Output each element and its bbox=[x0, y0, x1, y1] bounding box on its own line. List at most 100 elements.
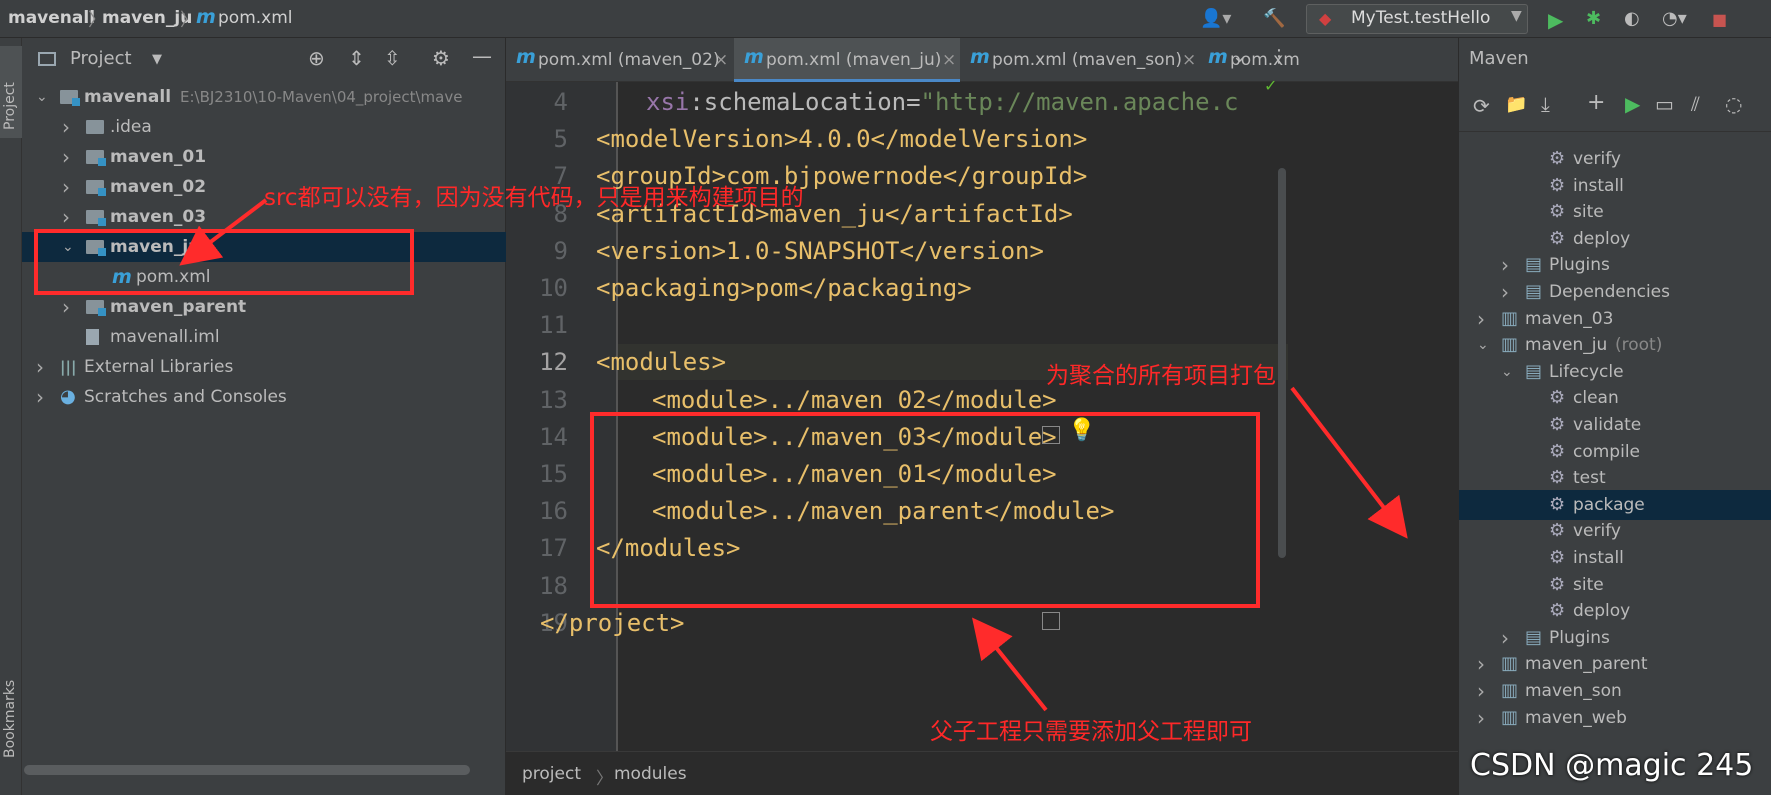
maven-tree-item[interactable]: ⚙ compile bbox=[1459, 437, 1771, 467]
debug-icon[interactable]: ✱ bbox=[1586, 8, 1601, 29]
maven-tree-item[interactable]: ⚙ install bbox=[1459, 543, 1771, 573]
chevron-right-icon[interactable]: › bbox=[62, 112, 70, 142]
close-icon[interactable]: × bbox=[942, 38, 956, 82]
maven-tree-item[interactable]: ⚙ verify bbox=[1459, 516, 1771, 546]
breadcrumb-pom-xml[interactable]: pom.xml bbox=[218, 8, 293, 28]
close-icon[interactable]: × bbox=[714, 38, 728, 82]
run-icon[interactable]: ▶ bbox=[1548, 8, 1563, 32]
maven-tree-item[interactable]: › ▥ maven_03 bbox=[1459, 304, 1771, 334]
close-icon[interactable]: × bbox=[1182, 38, 1196, 82]
code-line[interactable]: <modelVersion>4.0.0</modelVersion> bbox=[596, 125, 1087, 153]
project-panel-header: Project ▼ ⊕ ⇕ ⇳ ⚙ — bbox=[22, 38, 506, 82]
maven-tree-item[interactable]: ⚙ package bbox=[1459, 489, 1771, 520]
tree-item[interactable]: › .idea bbox=[22, 112, 506, 142]
coverage-icon[interactable]: ◐ bbox=[1624, 8, 1640, 29]
tab-pom-maven-son[interactable]: m pom.xml (maven_son) × bbox=[962, 38, 1198, 82]
maven-tree-item[interactable]: › ▤ Dependencies bbox=[1459, 277, 1771, 307]
tree-item[interactable]: › maven_01 bbox=[22, 142, 506, 172]
chevron-down-icon[interactable]: ⌄ bbox=[36, 82, 48, 112]
code-line[interactable]: <module>../maven_02</module> bbox=[652, 386, 1057, 414]
chevron-down-icon[interactable]: ⌄ bbox=[1477, 330, 1489, 360]
tab-pom-maven-02[interactable]: m pom.xml (maven_02) × bbox=[506, 38, 732, 82]
tree-item[interactable]: › maven_parent bbox=[22, 292, 506, 322]
chevron-right-icon[interactable]: › bbox=[36, 352, 44, 382]
bookmarks-stripe-label[interactable]: Bookmarks bbox=[2, 680, 18, 758]
expand-all-icon[interactable]: ⇕ bbox=[348, 46, 365, 70]
chevron-right-icon[interactable]: › bbox=[62, 142, 70, 172]
minimize-icon[interactable]: — bbox=[472, 44, 492, 68]
chevron-right-icon[interactable]: › bbox=[1501, 250, 1509, 280]
breadcrumb-separator: 〉 bbox=[596, 769, 613, 789]
breadcrumb-mavenall[interactable]: mavenall bbox=[8, 8, 95, 28]
project-stripe-label[interactable]: Project bbox=[2, 82, 18, 130]
chevron-right-icon[interactable]: › bbox=[1501, 623, 1509, 653]
maven-tree-item[interactable]: › ▥ maven_son bbox=[1459, 676, 1771, 706]
maven-tree-item[interactable]: ⚙ validate bbox=[1459, 410, 1771, 440]
chevron-right-icon[interactable]: › bbox=[62, 202, 70, 232]
maven-tree-item[interactable]: › ▥ maven_web bbox=[1459, 703, 1771, 733]
chevron-right-icon[interactable]: › bbox=[62, 292, 70, 322]
maven-tree-item[interactable]: ⚙ deploy bbox=[1459, 596, 1771, 626]
tree-item[interactable]: ⌄ mavenall E:\BJ2310\10-Maven\04_project\m… bbox=[22, 82, 506, 112]
code-line[interactable]: xsi:schemaLocation="http://maven.apache.… bbox=[646, 88, 1238, 116]
run-icon[interactable]: ▶ bbox=[1625, 92, 1640, 116]
maven-tree-item[interactable]: ⚙ test bbox=[1459, 463, 1771, 493]
skip-tests-icon[interactable]: ◌ bbox=[1725, 92, 1742, 116]
breadcrumb-maven-ju[interactable]: maven_ju bbox=[102, 8, 192, 28]
crumb-project[interactable]: project bbox=[522, 764, 581, 784]
fold-marker-icon[interactable] bbox=[1042, 612, 1060, 630]
tree-item[interactable]: › ◕ Scratches and Consoles bbox=[22, 382, 506, 412]
reload-icon[interactable]: ⟳ bbox=[1473, 94, 1490, 118]
chevron-right-icon[interactable]: › bbox=[1477, 304, 1485, 334]
chevron-right-icon[interactable]: › bbox=[1477, 649, 1485, 679]
tab-pom-maven-ju[interactable]: m pom.xml (maven_ju) × bbox=[734, 38, 960, 82]
maven-tree-item[interactable]: › ▥ maven_parent bbox=[1459, 649, 1771, 679]
vertical-scrollbar[interactable] bbox=[1278, 168, 1286, 558]
execute-goal-icon[interactable]: ▭ bbox=[1655, 92, 1674, 116]
download-icon[interactable]: ⤓ bbox=[1541, 92, 1550, 116]
tree-item[interactable]: mavenall.iml bbox=[22, 322, 506, 352]
maven-tree-item[interactable]: ⚙ install bbox=[1459, 171, 1771, 201]
chevron-down-icon[interactable]: ▼ bbox=[152, 52, 162, 67]
maven-tree-item[interactable]: ⚙ clean bbox=[1459, 383, 1771, 413]
stop-icon[interactable]: ■ bbox=[1712, 10, 1727, 29]
chevron-down-icon[interactable]: ⌄ bbox=[1232, 46, 1247, 67]
user-icon[interactable]: 👤▾ bbox=[1200, 8, 1231, 29]
line-number: 11 bbox=[539, 311, 568, 340]
maven-tree-item[interactable]: ⌄ ▤ Lifecycle bbox=[1459, 357, 1771, 387]
maven-tree-item[interactable]: ⚙ site bbox=[1459, 570, 1771, 600]
maven-tree-item[interactable]: ⚙ verify bbox=[1459, 144, 1771, 174]
build-hammer-icon[interactable]: 🔨 bbox=[1263, 8, 1285, 29]
maven-tree-item[interactable]: › ▤ Plugins bbox=[1459, 250, 1771, 280]
code-line[interactable]: <packaging>pom</packaging> bbox=[596, 274, 972, 302]
add-icon[interactable]: + bbox=[1587, 90, 1605, 115]
run-config-select[interactable]: ◆ MyTest.testHello ▼ bbox=[1306, 4, 1528, 34]
project-panel-title[interactable]: Project bbox=[70, 48, 132, 69]
crumb-modules[interactable]: modules bbox=[614, 764, 687, 784]
locate-icon[interactable]: ⊕ bbox=[308, 46, 325, 70]
maven-tree-item[interactable]: › ▤ Plugins bbox=[1459, 623, 1771, 653]
folder-reload-icon[interactable]: 📁 bbox=[1505, 94, 1527, 115]
maven-tree-item[interactable]: ⚙ site bbox=[1459, 197, 1771, 227]
gear-icon[interactable]: ⚙ bbox=[432, 46, 450, 70]
folder-gear-icon: ▤ bbox=[1525, 360, 1543, 382]
maven-tree-item[interactable]: ⚙ deploy bbox=[1459, 224, 1771, 254]
chevron-right-icon[interactable]: › bbox=[1501, 277, 1509, 307]
horizontal-scrollbar[interactable] bbox=[24, 765, 470, 775]
profile-icon[interactable]: ◔▾ bbox=[1662, 8, 1687, 29]
toggle-offline-icon[interactable]: ⫽ bbox=[1691, 92, 1700, 116]
chevron-right-icon[interactable]: › bbox=[36, 382, 44, 412]
maven-tree-item[interactable]: ⌄ ▥ maven_ju (root) bbox=[1459, 330, 1771, 360]
gear-icon: ⚙ bbox=[1549, 520, 1566, 542]
more-options-icon[interactable]: ⋮ bbox=[1270, 46, 1288, 67]
chevron-right-icon[interactable]: › bbox=[1477, 703, 1485, 733]
chevron-down-icon[interactable]: ⌄ bbox=[1501, 357, 1513, 387]
code-line[interactable]: <version>1.0-SNAPSHOT</version> bbox=[596, 237, 1044, 265]
code-line[interactable]: </project> bbox=[540, 609, 685, 637]
collapse-all-icon[interactable]: ⇳ bbox=[384, 46, 401, 70]
tree-item[interactable]: › ||| External Libraries bbox=[22, 352, 506, 382]
tree-item-label: maven_02 bbox=[110, 177, 207, 197]
chevron-right-icon[interactable]: › bbox=[1477, 676, 1485, 706]
code-line[interactable]: <modules> bbox=[596, 348, 726, 376]
chevron-right-icon[interactable]: › bbox=[62, 172, 70, 202]
